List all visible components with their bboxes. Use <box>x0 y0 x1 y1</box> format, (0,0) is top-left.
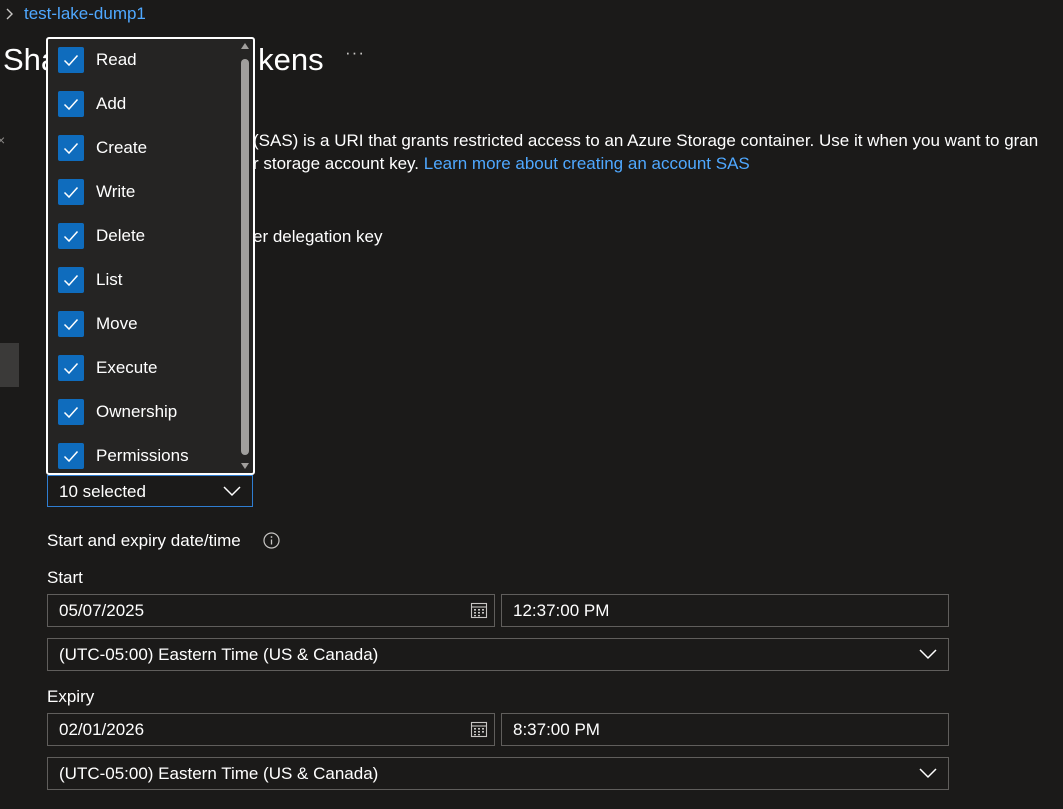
checkmark-icon <box>63 274 79 287</box>
expiry-label: Expiry <box>47 687 95 706</box>
checkbox[interactable] <box>58 443 84 469</box>
permission-label: Write <box>96 182 136 201</box>
page-title-end: kens <box>258 42 324 77</box>
permission-label: Execute <box>96 358 158 377</box>
permission-option[interactable]: Write <box>58 177 135 207</box>
expiry-date-input[interactable]: 02/01/2026 <box>47 713 495 746</box>
start-timezone-value: (UTC-05:00) Eastern Time (US & Canada) <box>59 645 379 664</box>
checkbox[interactable] <box>58 267 84 293</box>
start-label: Start <box>47 568 83 587</box>
checkbox[interactable] <box>58 135 84 161</box>
checkbox[interactable] <box>58 47 84 73</box>
checkbox[interactable] <box>58 179 84 205</box>
close-icon[interactable]: × <box>0 132 5 148</box>
checkbox[interactable] <box>58 223 84 249</box>
start-timezone-select[interactable]: (UTC-05:00) Eastern Time (US & Canada) <box>47 638 949 671</box>
sas-page: test-lake-dump1 Sha kens ··· × (SAS) is a… <box>0 0 1063 809</box>
permission-label: Add <box>96 94 127 113</box>
calendar-icon[interactable] <box>470 720 488 738</box>
start-date-input[interactable]: 05/07/2025 <box>47 594 495 627</box>
permission-option[interactable]: Ownership <box>58 397 177 427</box>
breadcrumb-link[interactable]: test-lake-dump1 <box>24 3 146 25</box>
checkbox[interactable] <box>58 399 84 425</box>
user-delegation-key-option[interactable]: er delegation key <box>253 226 382 248</box>
checkmark-icon <box>63 142 79 155</box>
checkmark-icon <box>63 362 79 375</box>
more-options-button[interactable]: ··· <box>345 44 367 66</box>
permission-label: Create <box>96 138 148 157</box>
permission-label: Read <box>96 50 137 69</box>
permission-label: Delete <box>96 226 146 245</box>
info-icon[interactable] <box>263 532 280 549</box>
permission-option[interactable]: Add <box>58 89 126 119</box>
expiry-time-value: 8:37:00 PM <box>513 720 600 739</box>
permissions-dropdown: Read Add Create Write Delete List Move Execute O… <box>46 37 255 475</box>
start-date-value: 05/07/2025 <box>59 601 145 620</box>
checkmark-icon <box>63 406 79 419</box>
start-time-value: 12:37:00 PM <box>513 601 610 620</box>
checkmark-icon <box>63 54 79 67</box>
breadcrumb: test-lake-dump1 <box>4 3 146 25</box>
checkbox[interactable] <box>58 91 84 117</box>
chevron-right-icon <box>6 8 13 20</box>
description-text: r storage account key. <box>253 154 419 173</box>
chevron-down-icon <box>223 486 241 497</box>
learn-more-link[interactable]: Learn more about creating an account SAS <box>424 154 750 173</box>
permission-option[interactable]: Permissions <box>58 441 189 471</box>
scrollbar-thumb[interactable] <box>241 59 249 455</box>
scroll-up-arrow-icon[interactable] <box>241 43 249 49</box>
permission-label: Move <box>96 314 138 333</box>
description-line-1: (SAS) is a URI that grants restricted ac… <box>253 131 1039 150</box>
expiry-timezone-select[interactable]: (UTC-05:00) Eastern Time (US & Canada) <box>47 757 949 790</box>
checkmark-icon <box>63 186 79 199</box>
permission-option[interactable]: Delete <box>58 221 145 251</box>
checkbox[interactable] <box>58 355 84 381</box>
permission-option[interactable]: Execute <box>58 353 157 383</box>
permissions-selected-text: 10 selected <box>59 482 146 501</box>
permission-label: Permissions <box>96 446 189 465</box>
permission-option[interactable]: Read <box>58 45 137 75</box>
chevron-down-icon <box>919 768 937 779</box>
description-line-2: r storage account key. Learn more about … <box>253 153 750 175</box>
start-time-input[interactable]: 12:37:00 PM <box>501 594 949 627</box>
checkmark-icon <box>63 98 79 111</box>
date-time-section-label: Start and expiry date/time <box>47 531 241 550</box>
checkmark-icon <box>63 450 79 463</box>
expiry-date-value: 02/01/2026 <box>59 720 145 739</box>
expiry-time-input[interactable]: 8:37:00 PM <box>501 713 949 746</box>
checkmark-icon <box>63 318 79 331</box>
permission-option[interactable]: List <box>58 265 122 295</box>
permission-label: Ownership <box>96 402 178 421</box>
permission-option[interactable]: Create <box>58 133 147 163</box>
permission-option[interactable]: Move <box>58 309 138 339</box>
left-panel-selected-item[interactable] <box>0 343 19 387</box>
chevron-down-icon <box>919 649 937 660</box>
permissions-select[interactable]: 10 selected <box>47 475 253 507</box>
permission-label: List <box>96 270 123 289</box>
calendar-icon[interactable] <box>470 601 488 619</box>
checkmark-icon <box>63 230 79 243</box>
expiry-timezone-value: (UTC-05:00) Eastern Time (US & Canada) <box>59 764 379 783</box>
checkbox[interactable] <box>58 311 84 337</box>
scroll-down-arrow-icon[interactable] <box>241 463 249 469</box>
